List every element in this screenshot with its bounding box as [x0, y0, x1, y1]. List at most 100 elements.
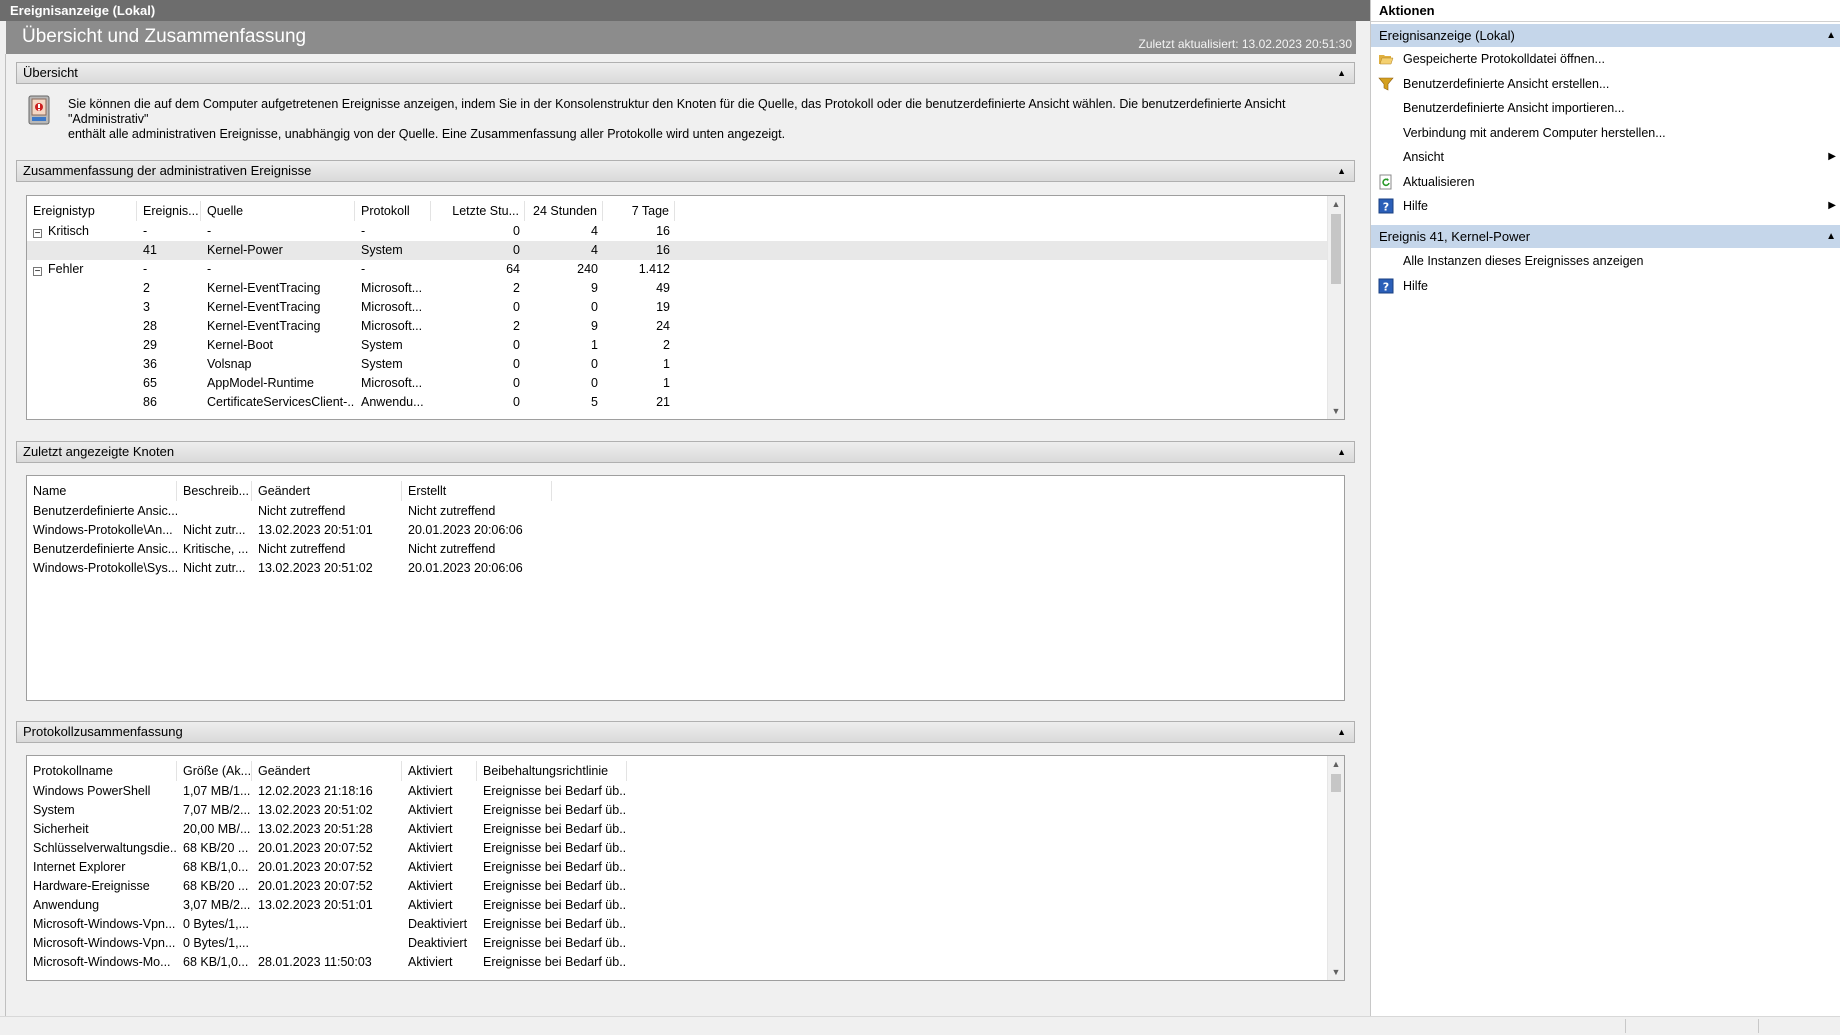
table-row[interactable]: 86 CertificateServicesClient-... Anwendu..…	[27, 393, 1344, 412]
table-cell: Anwendung	[33, 898, 100, 912]
admin-summary-table[interactable]: Ereignistyp Ereignis... Quelle Protokoll Let…	[26, 195, 1345, 420]
column-header[interactable]: Quelle	[201, 201, 355, 221]
table-row[interactable]: 28 Kernel-EventTracing Microsoft... 2 9 24	[27, 317, 1344, 336]
table-cell: -	[143, 262, 148, 276]
column-header[interactable]: Beschreib...	[177, 481, 252, 501]
table-cell: 20.01.2023 20:07:52	[258, 841, 373, 855]
table-cell	[27, 336, 137, 355]
table-row[interactable]: Windows-Protokolle\Sys... Nicht zutr... 13…	[27, 559, 1344, 578]
action-item[interactable]: ? Hilfe ▶	[1371, 194, 1840, 218]
table-cell: 20,00 MB/...	[183, 822, 251, 836]
filter-funnel-icon	[1378, 76, 1394, 92]
column-header[interactable]: Protokollname	[27, 761, 177, 781]
table-row[interactable]: Anwendung 3,07 MB/2... 13.02.2023 20:51:01…	[27, 896, 1344, 915]
collapse-icon[interactable]: ▲	[1337, 63, 1346, 83]
column-header[interactable]: 24 Stunden	[525, 201, 603, 221]
collapse-tree-icon[interactable]: −	[33, 229, 42, 239]
column-header[interactable]: Beibehaltungsrichtlinie	[477, 761, 627, 781]
table-cell: 4	[591, 243, 598, 257]
column-header[interactable]: Größe (Ak...	[177, 761, 252, 781]
admin-summary-header-label: Zusammenfassung der administrativen Erei…	[23, 163, 312, 178]
table-row[interactable]: − Kritisch - - - 0 4 16	[27, 222, 1344, 241]
table-row[interactable]: Windows-Protokolle\An... Nicht zutr... 13.…	[27, 521, 1344, 540]
action-item[interactable]: Aktualisieren	[1371, 170, 1840, 194]
collapse-icon[interactable]: ▲	[1337, 722, 1346, 742]
table-row[interactable]: System 7,07 MB/2... 13.02.2023 20:51:02 Akt…	[27, 801, 1344, 820]
scroll-down-icon[interactable]: ▼	[1328, 964, 1344, 980]
status-divider	[1758, 1019, 1759, 1033]
scrollbar-thumb[interactable]	[1331, 774, 1341, 792]
column-header[interactable]: Ereignistyp	[27, 201, 137, 221]
action-item[interactable]: Ansicht ▶	[1371, 145, 1840, 169]
collapse-icon[interactable]: ▲	[1826, 24, 1836, 47]
table-row[interactable]: Microsoft-Windows-Mo... 68 KB/1,0... 28.01…	[27, 953, 1344, 972]
column-header[interactable]: 7 Tage	[603, 201, 675, 221]
action-item[interactable]: Benutzerdefinierte Ansicht erstellen...	[1371, 72, 1840, 96]
table-cell: Microsoft-Windows-Mo...	[33, 955, 171, 969]
table-cell: 7,07 MB/2...	[183, 803, 251, 817]
column-header[interactable]: Ereignis...	[137, 201, 201, 221]
table-row[interactable]: 65 AppModel-Runtime Microsoft... 0 0 1	[27, 374, 1344, 393]
action-item[interactable]: Verbindung mit anderem Computer herstell…	[1371, 121, 1840, 145]
recent-nodes-table[interactable]: Name Beschreib... Geändert Erstellt Benutzer…	[26, 475, 1345, 701]
table-cell: Windows-Protokolle\Sys...	[33, 561, 177, 575]
column-header[interactable]: Erstellt	[402, 481, 552, 501]
log-summary-header-label: Protokollzusammenfassung	[23, 724, 183, 739]
column-header[interactable]: Geändert	[252, 761, 402, 781]
action-item[interactable]: Benutzerdefinierte Ansicht importieren..…	[1371, 96, 1840, 120]
table-cell: 13.02.2023 20:51:02	[258, 561, 373, 575]
overview-section-header[interactable]: Übersicht ▲	[16, 62, 1355, 84]
table-cell: 0 Bytes/1,...	[183, 917, 250, 931]
scroll-up-icon[interactable]: ▲	[1328, 756, 1344, 772]
column-header[interactable]: Aktiviert	[402, 761, 477, 781]
overview-header-label: Übersicht	[23, 65, 78, 80]
table-cell: Schlüsselverwaltungsdie...	[33, 841, 177, 855]
log-summary-section-header[interactable]: Protokollzusammenfassung ▲	[16, 721, 1355, 743]
table-row[interactable]: Benutzerdefinierte Ansic... Nicht zutreff…	[27, 502, 1344, 521]
table-row[interactable]: 29 Kernel-Boot System 0 1 2	[27, 336, 1344, 355]
table-cell: 21	[656, 395, 670, 409]
column-header[interactable]: Name	[27, 481, 177, 501]
column-header[interactable]: Letzte Stu...	[431, 201, 525, 221]
collapse-icon[interactable]: ▲	[1826, 225, 1836, 248]
admin-summary-section-header[interactable]: Zusammenfassung der administrativen Erei…	[16, 160, 1355, 182]
column-header[interactable]: Protokoll	[355, 201, 431, 221]
column-header[interactable]: Geändert	[252, 481, 402, 501]
table-row[interactable]: 3 Kernel-EventTracing Microsoft... 0 0 19	[27, 298, 1344, 317]
action-item[interactable]: Alle Instanzen dieses Ereignisses anzeig…	[1371, 249, 1840, 273]
action-item[interactable]: ? Hilfe	[1371, 274, 1840, 298]
scroll-down-icon[interactable]: ▼	[1328, 403, 1344, 419]
table-cell: Deaktiviert	[408, 917, 468, 931]
collapse-tree-icon[interactable]: −	[33, 267, 42, 277]
recent-nodes-section-header[interactable]: Zuletzt angezeigte Knoten ▲	[16, 441, 1355, 463]
table-row[interactable]: Microsoft-Windows-Vpn... 0 Bytes/1,... Dea…	[27, 915, 1344, 934]
action-label: Benutzerdefinierte Ansicht importieren..…	[1403, 101, 1625, 115]
table-cell: Nicht zutreffend	[408, 504, 496, 518]
table-row[interactable]: Microsoft-Windows-Vpn... 0 Bytes/1,... Dea…	[27, 934, 1344, 953]
table-row[interactable]: 36 Volsnap System 0 0 1	[27, 355, 1344, 374]
collapse-icon[interactable]: ▲	[1337, 442, 1346, 462]
action-item[interactable]: Gespeicherte Protokolldatei öffnen...	[1371, 47, 1840, 71]
vertical-scrollbar[interactable]: ▲ ▼	[1327, 756, 1344, 980]
submenu-arrow-icon: ▶	[1828, 151, 1836, 162]
table-cell: 65	[143, 376, 157, 390]
table-row[interactable]: Hardware-Ereignisse 68 KB/20 ... 20.01.202…	[27, 877, 1344, 896]
table-row[interactable]: Windows PowerShell 1,07 MB/1... 12.02.2023…	[27, 782, 1344, 801]
scroll-up-icon[interactable]: ▲	[1328, 196, 1344, 212]
table-row[interactable]: − Fehler - - - 64 240 1.412	[27, 260, 1344, 279]
table-cell: 16	[656, 224, 670, 238]
collapse-icon[interactable]: ▲	[1337, 161, 1346, 181]
table-cell: 24	[656, 319, 670, 333]
vertical-scrollbar[interactable]: ▲ ▼	[1327, 196, 1344, 419]
actions-group-event-41[interactable]: Ereignis 41, Kernel-Power ▲	[1371, 225, 1840, 248]
table-row[interactable]: Schlüsselverwaltungsdie... 68 KB/20 ... 20…	[27, 839, 1344, 858]
table-row[interactable]: Internet Explorer 68 KB/1,0... 20.01.2023 …	[27, 858, 1344, 877]
table-row[interactable]: Sicherheit 20,00 MB/... 13.02.2023 20:51:2…	[27, 820, 1344, 839]
table-row[interactable]: 2 Kernel-EventTracing Microsoft... 2 9 49	[27, 279, 1344, 298]
actions-group-event-viewer[interactable]: Ereignisanzeige (Lokal) ▲	[1371, 24, 1840, 47]
log-summary-table[interactable]: Protokollname Größe (Ak... Geändert Aktivie…	[26, 755, 1345, 981]
table-row[interactable]: 41 Kernel-Power System 0 4 16	[27, 241, 1344, 260]
table-cell: Nicht zutreffend	[258, 542, 346, 556]
scrollbar-thumb[interactable]	[1331, 214, 1341, 284]
table-row[interactable]: Benutzerdefinierte Ansic... Kritische, ..…	[27, 540, 1344, 559]
